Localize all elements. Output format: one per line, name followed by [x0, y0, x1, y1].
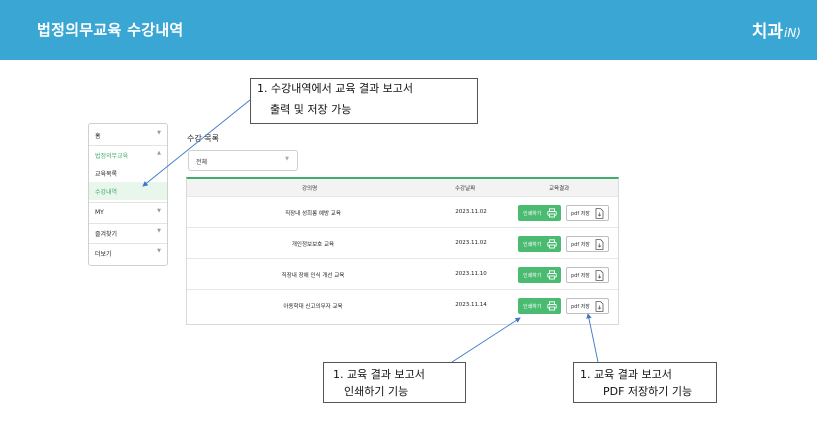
- annotation-box-pdf: 1. 교육 결과 보고서 PDF 저장하기 기능: [573, 362, 717, 403]
- arrow-to-print-button: [448, 317, 521, 365]
- arrow-to-pdf-button: [586, 313, 599, 363]
- annotation-line: PDF 저장하기 기능: [603, 385, 693, 398]
- annotation-line: 인쇄하기 기능: [344, 385, 409, 398]
- arrow-to-sidebar: [142, 99, 251, 187]
- annotation-line: 1. 교육 결과 보고서: [333, 368, 425, 381]
- annotation-line: 1. 교육 결과 보고서: [580, 368, 672, 381]
- annotation-line: 출력 및 저장 가능: [270, 103, 352, 116]
- annotation-line: 1. 수강내역에서 교육 결과 보고서: [257, 82, 414, 95]
- annotation-box-print: 1. 교육 결과 보고서 인쇄하기 기능: [323, 362, 466, 403]
- annotation-box-enrollment: 1. 수강내역에서 교육 결과 보고서 출력 및 저장 가능: [250, 78, 478, 124]
